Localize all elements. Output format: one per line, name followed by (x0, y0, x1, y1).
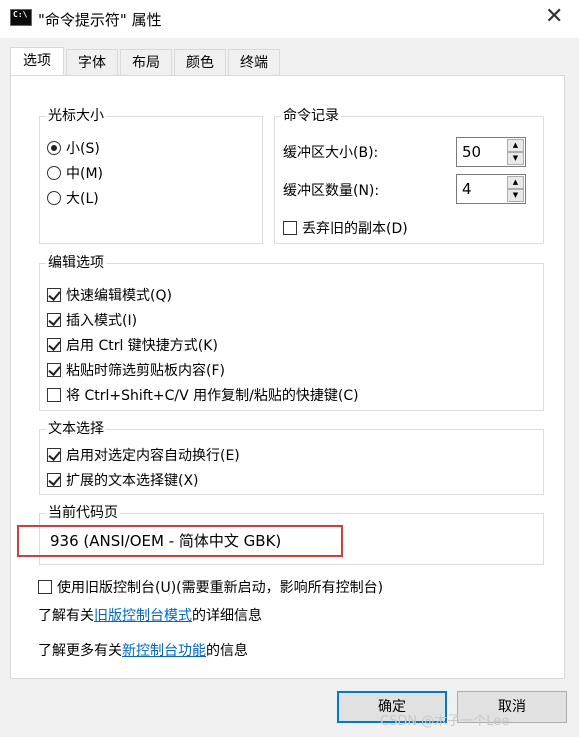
insert-mode-checkbox[interactable]: 插入模式(I) (47, 309, 137, 331)
checkbox-checked-icon[interactable] (47, 473, 61, 487)
checkbox-checked-icon[interactable] (47, 288, 61, 302)
checkbox-checked-icon[interactable] (47, 313, 61, 327)
watermark: CSDN @木子一个Lee (380, 714, 510, 729)
new-console-features-link[interactable]: 新控制台功能 (122, 640, 206, 660)
legacy-info-prefix: 了解有关 (38, 608, 94, 624)
options-panel: 光标大小 小(S) 中(M) 大(L) 命令记录 缓冲区大小(B): 50 ▲ … (10, 75, 565, 679)
code-page-title: 当前代码页 (46, 504, 120, 522)
checkbox-checked-icon[interactable] (47, 448, 61, 462)
close-icon[interactable]: ✕ (545, 4, 563, 29)
radio-small-label: 小(S) (66, 141, 100, 157)
radio-large[interactable]: 大(L) (47, 187, 99, 209)
edit-options-group: 编辑选项 快速编辑模式(Q) 插入模式(I) 启用 Ctrl 键快捷方式(K) … (39, 254, 544, 411)
title-bar: C:\ "命令提示符" 属性 ✕ (0, 0, 579, 38)
quick-edit-label: 快速编辑模式(Q) (66, 288, 172, 304)
legacy-info-line: 了解有关 旧版控制台模式 的详细信息 (38, 604, 262, 626)
checkbox-icon[interactable] (283, 221, 297, 235)
buffer-size-value[interactable]: 50 (462, 143, 481, 161)
tab-colors[interactable]: 颜色 (174, 49, 226, 75)
text-selection-title: 文本选择 (46, 420, 106, 438)
new-features-info-line: 了解更多有关 新控制台功能 的信息 (38, 639, 248, 661)
extended-selection-keys-label: 扩展的文本选择键(X) (66, 473, 199, 489)
new-features-suffix: 的信息 (206, 643, 248, 659)
ctrl-shortcuts-checkbox[interactable]: 启用 Ctrl 键快捷方式(K) (47, 334, 218, 356)
buffer-size-spinner[interactable]: 50 ▲ ▼ (456, 137, 526, 167)
buffer-count-spinner[interactable]: 4 ▲ ▼ (456, 174, 526, 204)
legacy-console-label: 使用旧版控制台(U)(需要重新启动，影响所有控制台) (57, 580, 384, 596)
checkbox-checked-icon[interactable] (47, 363, 61, 377)
ctrl-shift-cv-checkbox[interactable]: 将 Ctrl+Shift+C/V 用作复制/粘贴的快捷键(C) (47, 384, 359, 406)
radio-small[interactable]: 小(S) (47, 137, 100, 159)
tab-options[interactable]: 选项 (10, 47, 64, 75)
buffer-size-label: 缓冲区大小(B): (283, 145, 379, 161)
text-selection-group: 文本选择 启用对选定内容自动换行(E) 扩展的文本选择键(X) (39, 420, 544, 495)
spin-down-icon[interactable]: ▼ (507, 189, 524, 202)
spin-down-icon[interactable]: ▼ (507, 152, 524, 165)
new-features-prefix: 了解更多有关 (38, 643, 122, 659)
filter-clipboard-label: 粘贴时筛选剪贴板内容(F) (66, 363, 225, 379)
legacy-info-suffix: 的详细信息 (192, 608, 262, 624)
radio-button-icon[interactable] (47, 166, 61, 180)
line-wrap-selection-label: 启用对选定内容自动换行(E) (66, 448, 240, 464)
tab-terminal[interactable]: 终端 (228, 49, 280, 75)
legacy-console-mode-link[interactable]: 旧版控制台模式 (94, 605, 192, 625)
checkbox-icon[interactable] (47, 388, 61, 402)
discard-label: 丢弃旧的副本(D) (302, 221, 408, 237)
radio-large-label: 大(L) (66, 191, 99, 207)
cursor-size-title: 光标大小 (46, 107, 106, 125)
cursor-size-group: 光标大小 小(S) 中(M) 大(L) (39, 107, 263, 244)
radio-medium[interactable]: 中(M) (47, 162, 103, 184)
quick-edit-checkbox[interactable]: 快速编辑模式(Q) (47, 284, 172, 306)
command-history-group: 命令记录 缓冲区大小(B): 50 ▲ ▼ 缓冲区数量(N): 4 ▲ ▼ 丢弃… (274, 107, 544, 244)
spin-up-icon[interactable]: ▲ (507, 176, 524, 189)
radio-button-icon[interactable] (47, 191, 61, 205)
tab-font[interactable]: 字体 (66, 49, 118, 75)
discard-old-duplicates[interactable]: 丢弃旧的副本(D) (283, 217, 408, 239)
edit-options-title: 编辑选项 (46, 254, 106, 272)
command-prompt-icon: C:\ (10, 9, 32, 26)
filter-clipboard-checkbox[interactable]: 粘贴时筛选剪贴板内容(F) (47, 359, 225, 381)
checkbox-icon[interactable] (38, 580, 52, 594)
legacy-console-checkbox[interactable]: 使用旧版控制台(U)(需要重新启动，影响所有控制台) (38, 576, 383, 598)
radio-button-icon[interactable] (47, 141, 61, 155)
buffer-count-label: 缓冲区数量(N): (283, 183, 380, 199)
radio-medium-label: 中(M) (66, 166, 104, 182)
ctrl-shortcuts-label: 启用 Ctrl 键快捷方式(K) (66, 338, 218, 354)
checkbox-checked-icon[interactable] (47, 338, 61, 352)
ctrl-shift-cv-label: 将 Ctrl+Shift+C/V 用作复制/粘贴的快捷键(C) (66, 388, 359, 404)
insert-mode-label: 插入模式(I) (66, 313, 138, 329)
command-history-title: 命令记录 (281, 107, 341, 125)
line-wrap-selection-checkbox[interactable]: 启用对选定内容自动换行(E) (47, 444, 240, 466)
highlight-box (17, 525, 343, 557)
buffer-count-value[interactable]: 4 (462, 180, 472, 198)
window-title: "命令提示符" 属性 (38, 11, 162, 29)
spin-up-icon[interactable]: ▲ (507, 139, 524, 152)
tab-layout[interactable]: 布局 (120, 49, 172, 75)
extended-selection-keys-checkbox[interactable]: 扩展的文本选择键(X) (47, 469, 199, 491)
